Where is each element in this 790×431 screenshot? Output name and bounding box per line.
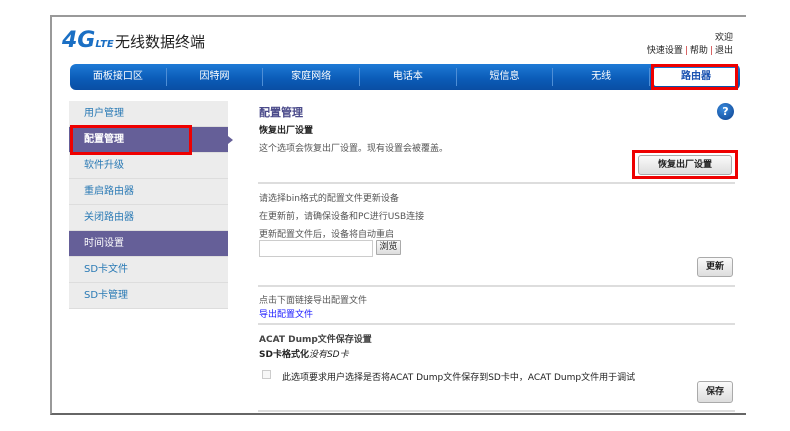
app-title: 无线数据终端: [115, 33, 206, 51]
tab-internet[interactable]: 因特网: [167, 68, 264, 86]
header-links: 快速设置 | 帮助 | 退出: [646, 46, 733, 56]
sd-format-label: SD卡格式化: [259, 350, 309, 360]
divider: [258, 182, 735, 184]
page-title: 配置管理: [259, 106, 303, 119]
main-nav: 面板接口区 因特网 家庭网络 电话本 短信息 无线 路由器: [70, 64, 740, 90]
sidebar-item-shutdown-router[interactable]: 关闭路由器: [69, 205, 228, 231]
divider: [258, 285, 735, 287]
save-button[interactable]: 保存: [697, 381, 733, 403]
restore-heading: 恢复出厂设置: [259, 126, 314, 136]
highlight-box: [70, 125, 192, 155]
acat-dump-label: 此选项要求用户选择是否将ACAT Dump文件保存到SD卡中，ACAT Dump…: [282, 373, 636, 383]
divider: [258, 323, 735, 325]
browse-button[interactable]: 浏览: [376, 240, 401, 255]
tab-panel[interactable]: 面板接口区: [70, 68, 167, 86]
sidebar-item-reboot-router[interactable]: 重启路由器: [69, 179, 228, 205]
divider: [258, 410, 735, 412]
logout-link[interactable]: 退出: [715, 46, 733, 56]
tab-home-network[interactable]: 家庭网络: [263, 68, 361, 86]
help-icon[interactable]: ?: [717, 103, 734, 120]
acat-dump-checkbox[interactable]: [262, 370, 271, 379]
update-instruction-2: 在更新前，请确保设备和PC进行USB连接: [259, 212, 425, 222]
restore-desc: 这个选项会恢复出厂设置。现有设置会被覆盖。: [259, 144, 449, 154]
help-link[interactable]: 帮助: [690, 46, 708, 56]
logo: 4GLTE: [62, 28, 114, 53]
export-config-link[interactable]: 导出配置文件: [259, 307, 313, 320]
quick-setup-link[interactable]: 快速设置: [647, 46, 683, 56]
update-button[interactable]: 更新: [697, 257, 733, 277]
sidebar-item-sd-files[interactable]: SD卡文件: [69, 257, 228, 283]
sidebar-item-sd-management[interactable]: SD卡管理: [69, 283, 228, 309]
tab-sms[interactable]: 短信息: [457, 68, 554, 86]
sidebar-item-user-management[interactable]: 用户管理: [69, 101, 228, 127]
selected-arrow-icon: [228, 136, 233, 144]
welcome-text: 欢迎: [714, 33, 733, 43]
sd-status: 没有SD卡: [308, 350, 349, 360]
sidebar-item-software-upgrade[interactable]: 软件升级: [69, 153, 228, 179]
acat-heading: ACAT Dump文件保存设置: [259, 335, 372, 345]
update-instruction-3: 更新配置文件后，设备将自动重启: [259, 230, 395, 240]
export-desc: 点击下面链接导出配置文件: [259, 296, 368, 306]
file-path-input[interactable]: [259, 240, 373, 257]
tab-phonebook[interactable]: 电话本: [360, 68, 457, 86]
tab-wireless[interactable]: 无线: [553, 68, 651, 86]
sidebar-item-time-settings[interactable]: 时间设置: [69, 231, 228, 257]
highlight-box: [632, 150, 738, 179]
update-instruction-1: 请选择bin格式的配置文件更新设备: [259, 194, 399, 204]
highlight-box: [651, 64, 738, 90]
sd-format-row: SD卡格式化没有SD卡: [259, 347, 349, 360]
